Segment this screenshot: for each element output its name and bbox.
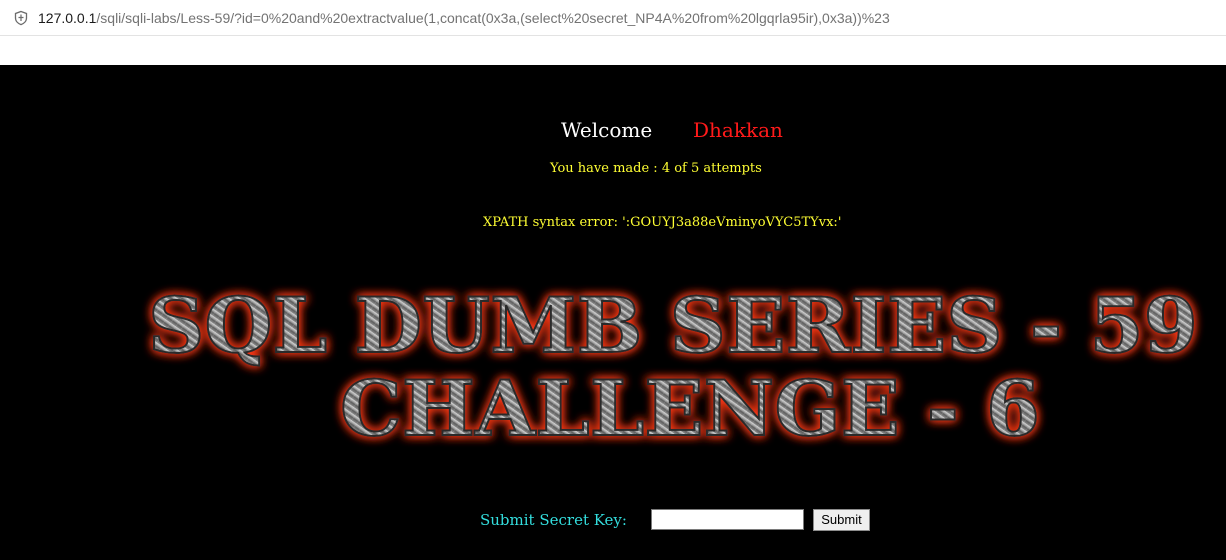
url-path: /sqli/sqli-labs/Less-59/?id=0%20and%20ex… <box>96 10 890 26</box>
user-name: Dhakkan <box>693 118 783 142</box>
banner-line-1: SQL DUMB SERIES - 59 <box>148 281 1198 370</box>
banner-line-2: CHALLENGE - 6 <box>340 364 1040 453</box>
attempts-counter: You have made : 4 of 5 attempts <box>550 161 762 176</box>
challenge-banner-image: SQL DUMB SERIES - 59 CHALLENGE - 6 <box>120 280 1226 455</box>
secret-key-input[interactable] <box>651 509 804 530</box>
page-top-margin <box>0 36 1226 65</box>
submit-button[interactable]: Submit <box>813 509 870 531</box>
xpath-error-message: XPATH syntax error: ':GOUYJ3a88eVminyoVY… <box>483 215 842 230</box>
welcome-text: Welcome <box>561 118 653 142</box>
address-bar[interactable]: 127.0.0.1/sqli/sqli-labs/Less-59/?id=0%2… <box>0 0 1226 36</box>
url-text[interactable]: 127.0.0.1/sqli/sqli-labs/Less-59/?id=0%2… <box>38 9 890 27</box>
url-host: 127.0.0.1 <box>38 10 97 26</box>
shield-icon[interactable] <box>13 10 29 26</box>
page-body: Welcome Dhakkan You have made : 4 of 5 a… <box>0 65 1226 560</box>
secret-key-label: Submit Secret Key: <box>480 511 627 529</box>
